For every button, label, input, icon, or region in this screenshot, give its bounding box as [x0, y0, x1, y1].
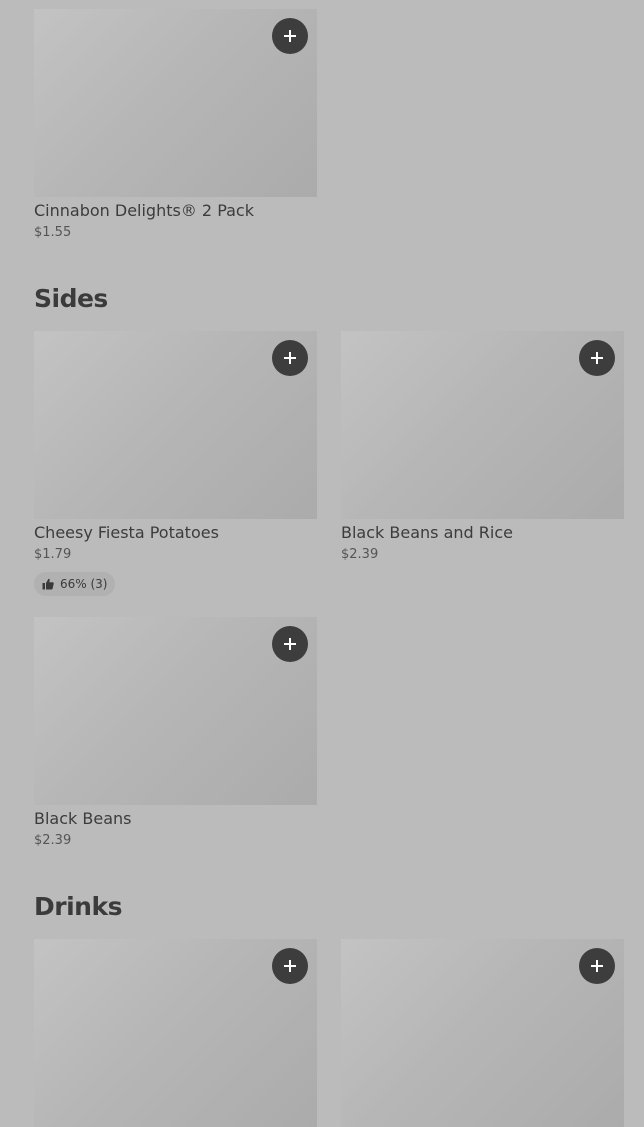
menu-item-card[interactable] [34, 939, 317, 1127]
add-item-button[interactable] [579, 340, 615, 376]
add-item-button[interactable] [272, 626, 308, 662]
add-item-button[interactable] [272, 18, 308, 54]
item-image[interactable] [341, 331, 624, 519]
item-price: $1.55 [34, 225, 72, 240]
plus-icon [591, 960, 603, 972]
menu-item-card[interactable]: Cinnabon Delights® 2 Pack $1.55 [34, 9, 317, 241]
item-price: $2.39 [34, 833, 72, 848]
item-price: $1.79 [34, 547, 72, 562]
section-title-drinks: Drinks [34, 892, 122, 921]
item-image[interactable] [341, 939, 624, 1127]
plus-icon [591, 352, 603, 364]
add-item-button[interactable] [579, 948, 615, 984]
item-price: $2.39 [341, 547, 379, 562]
plus-icon [284, 960, 296, 972]
add-item-button[interactable] [272, 948, 308, 984]
item-image[interactable] [34, 939, 317, 1127]
item-image[interactable] [34, 9, 317, 197]
item-name: Black Beans [34, 809, 132, 828]
plus-icon [284, 352, 296, 364]
rating-badge: 66% (3) [34, 572, 116, 596]
menu-item-card[interactable]: Black Beans $2.39 [34, 617, 317, 849]
plus-icon [284, 30, 296, 42]
menu-item-card[interactable]: Cheesy Fiesta Potatoes $1.79 66% (3) [34, 331, 317, 596]
item-name: Cheesy Fiesta Potatoes [34, 523, 219, 542]
rating-text: 66% (3) [60, 577, 108, 591]
item-image[interactable] [34, 331, 317, 519]
item-image[interactable] [34, 617, 317, 805]
plus-icon [284, 638, 296, 650]
thumbs-up-icon [42, 578, 54, 590]
menu-item-card[interactable] [341, 939, 624, 1127]
section-title-sides: Sides [34, 284, 108, 313]
menu-item-card[interactable]: Black Beans and Rice $2.39 [341, 331, 624, 563]
item-name: Black Beans and Rice [341, 523, 513, 542]
add-item-button[interactable] [272, 340, 308, 376]
item-name: Cinnabon Delights® 2 Pack [34, 201, 254, 220]
